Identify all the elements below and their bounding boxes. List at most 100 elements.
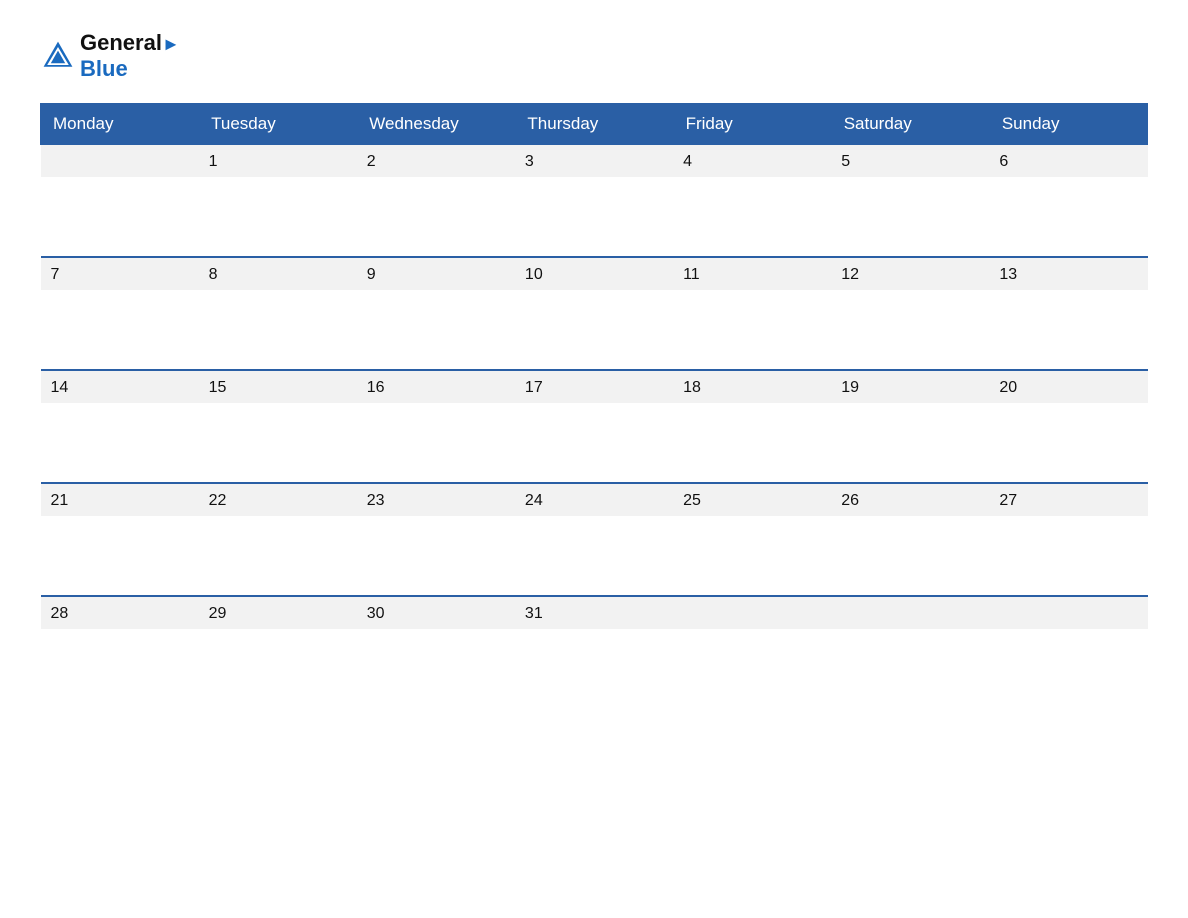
day-cell: 6 bbox=[989, 144, 1147, 177]
space-cell bbox=[989, 290, 1147, 370]
day-cell: 8 bbox=[199, 257, 357, 290]
day-number: 21 bbox=[51, 492, 69, 509]
day-cell: 29 bbox=[199, 596, 357, 629]
space-cell bbox=[357, 290, 515, 370]
week-space-row-1 bbox=[41, 177, 1148, 257]
day-cell: 27 bbox=[989, 483, 1147, 516]
day-cell: 3 bbox=[515, 144, 673, 177]
day-number: 5 bbox=[841, 153, 850, 170]
day-header-monday: Monday bbox=[41, 103, 199, 144]
week-number-row-3: 14 15 16 17 18 19 20 bbox=[41, 370, 1148, 403]
day-cell bbox=[831, 596, 989, 629]
space-cell bbox=[831, 290, 989, 370]
space-cell bbox=[199, 629, 357, 709]
day-cell bbox=[989, 596, 1147, 629]
space-cell bbox=[673, 177, 831, 257]
day-cell: 17 bbox=[515, 370, 673, 403]
day-cell: 4 bbox=[673, 144, 831, 177]
day-number: 17 bbox=[525, 379, 543, 396]
day-cell bbox=[673, 596, 831, 629]
day-cell: 11 bbox=[673, 257, 831, 290]
space-cell bbox=[357, 403, 515, 483]
day-cell: 16 bbox=[357, 370, 515, 403]
space-cell bbox=[41, 516, 199, 596]
space-cell bbox=[515, 629, 673, 709]
logo-icon bbox=[40, 38, 76, 74]
day-number: 16 bbox=[367, 379, 385, 396]
day-number: 22 bbox=[209, 492, 227, 509]
day-number: 23 bbox=[367, 492, 385, 509]
space-cell bbox=[515, 403, 673, 483]
day-cell: 13 bbox=[989, 257, 1147, 290]
day-number: 12 bbox=[841, 266, 859, 283]
page-header: General► Blue bbox=[40, 30, 1148, 83]
day-cell: 26 bbox=[831, 483, 989, 516]
day-number: 29 bbox=[209, 605, 227, 622]
day-cell: 20 bbox=[989, 370, 1147, 403]
space-cell bbox=[989, 403, 1147, 483]
space-cell bbox=[989, 177, 1147, 257]
day-number: 14 bbox=[51, 379, 69, 396]
day-cell: 21 bbox=[41, 483, 199, 516]
day-number: 1 bbox=[209, 153, 218, 170]
space-cell bbox=[357, 177, 515, 257]
space-cell bbox=[357, 629, 515, 709]
day-cell: 24 bbox=[515, 483, 673, 516]
space-cell bbox=[673, 403, 831, 483]
week-space-row-5 bbox=[41, 629, 1148, 709]
space-cell bbox=[515, 290, 673, 370]
logo-text: General► Blue bbox=[80, 30, 180, 83]
space-cell bbox=[673, 629, 831, 709]
space-cell bbox=[831, 177, 989, 257]
day-cell: 31 bbox=[515, 596, 673, 629]
space-cell bbox=[357, 516, 515, 596]
space-cell bbox=[831, 403, 989, 483]
day-cell: 2 bbox=[357, 144, 515, 177]
day-number: 30 bbox=[367, 605, 385, 622]
day-cell: 19 bbox=[831, 370, 989, 403]
day-header-tuesday: Tuesday bbox=[199, 103, 357, 144]
logo: General► Blue bbox=[40, 30, 180, 83]
day-number: 31 bbox=[525, 605, 543, 622]
day-number: 4 bbox=[683, 153, 692, 170]
week-space-row-2 bbox=[41, 290, 1148, 370]
day-header-friday: Friday bbox=[673, 103, 831, 144]
space-cell bbox=[831, 516, 989, 596]
day-number: 7 bbox=[51, 266, 60, 283]
day-cell: 9 bbox=[357, 257, 515, 290]
day-number: 10 bbox=[525, 266, 543, 283]
day-cell: 5 bbox=[831, 144, 989, 177]
space-cell bbox=[515, 177, 673, 257]
day-number: 6 bbox=[999, 153, 1008, 170]
day-cell: 22 bbox=[199, 483, 357, 516]
day-cell: 7 bbox=[41, 257, 199, 290]
day-header-sunday: Sunday bbox=[989, 103, 1147, 144]
week-number-row-4: 21 22 23 24 25 26 27 bbox=[41, 483, 1148, 516]
space-cell bbox=[831, 629, 989, 709]
day-header-thursday: Thursday bbox=[515, 103, 673, 144]
week-number-row-2: 7 8 9 10 11 12 13 bbox=[41, 257, 1148, 290]
day-cell: 1 bbox=[199, 144, 357, 177]
day-cell: 25 bbox=[673, 483, 831, 516]
day-number: 13 bbox=[999, 266, 1017, 283]
week-number-row-1: 1 234 5 6 bbox=[41, 144, 1148, 177]
space-cell bbox=[41, 290, 199, 370]
day-number: 15 bbox=[209, 379, 227, 396]
day-number: 8 bbox=[209, 266, 218, 283]
day-number: 20 bbox=[999, 379, 1017, 396]
day-number: 19 bbox=[841, 379, 859, 396]
day-cell: 28 bbox=[41, 596, 199, 629]
week-space-row-3 bbox=[41, 403, 1148, 483]
day-number: 18 bbox=[683, 379, 701, 396]
day-number: 28 bbox=[51, 605, 69, 622]
day-number: 25 bbox=[683, 492, 701, 509]
space-cell bbox=[41, 629, 199, 709]
day-header-wednesday: Wednesday bbox=[357, 103, 515, 144]
day-number: 26 bbox=[841, 492, 859, 509]
calendar-table: MondayTuesdayWednesdayThursdayFridaySatu… bbox=[40, 103, 1148, 709]
space-cell bbox=[515, 516, 673, 596]
day-number: 27 bbox=[999, 492, 1017, 509]
space-cell bbox=[199, 177, 357, 257]
day-number: 9 bbox=[367, 266, 376, 283]
day-cell: 12 bbox=[831, 257, 989, 290]
